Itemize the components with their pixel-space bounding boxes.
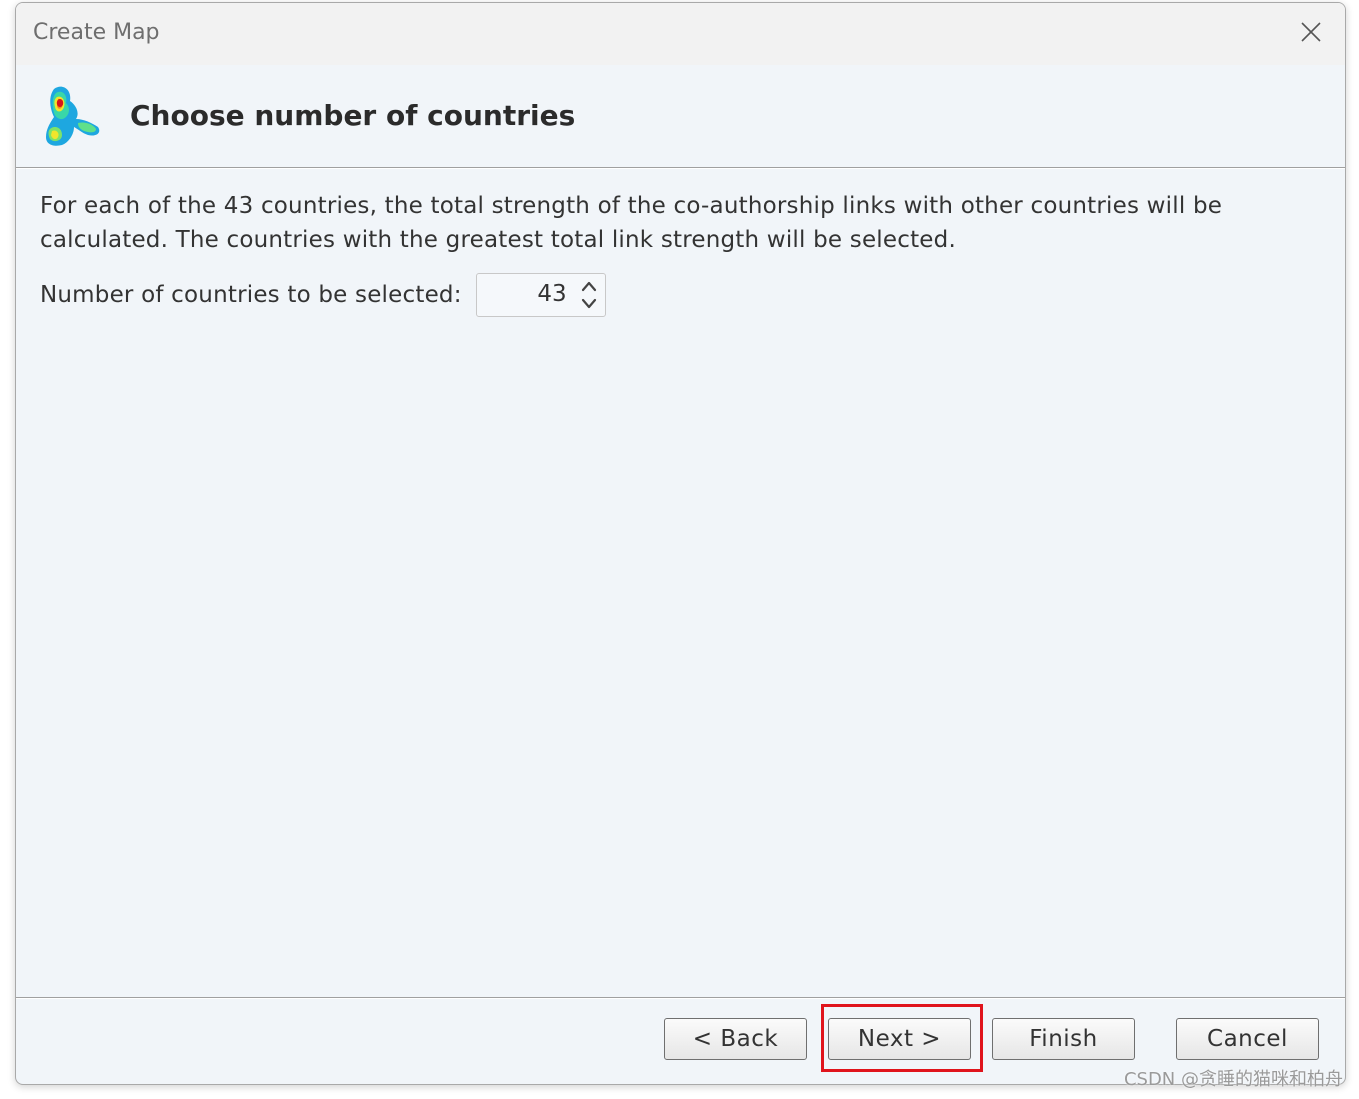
title-bar: Create Map	[16, 3, 1345, 65]
description-line-2: calculated. The countries with the great…	[40, 227, 956, 253]
page-heading: Choose number of countries	[130, 99, 576, 132]
spinner-arrows	[581, 281, 596, 309]
watermark: CSDN @贪睡的猫咪和柏舟	[1123, 1069, 1343, 1090]
spinner-value[interactable]: 43	[537, 281, 566, 307]
vosviewer-logo-icon	[46, 86, 100, 146]
window-title: Create Map	[33, 20, 160, 45]
back-button[interactable]: < Back	[664, 1018, 807, 1060]
description-line-1: For each of the 43 countries, the total …	[40, 193, 1223, 219]
finish-button[interactable]: Finish	[992, 1018, 1135, 1060]
chevron-down-icon[interactable]	[581, 298, 596, 309]
count-row: Number of countries to be selected: 43	[40, 273, 606, 317]
cancel-button[interactable]: Cancel	[1176, 1018, 1319, 1060]
country-count-spinner[interactable]: 43	[475, 273, 606, 317]
content-panel: For each of the 43 countries, the total …	[40, 189, 1320, 317]
header-separator	[16, 167, 1345, 169]
close-button[interactable]	[1289, 13, 1333, 51]
chevron-up-icon[interactable]	[581, 281, 596, 292]
close-icon	[1301, 22, 1321, 42]
footer-separator	[16, 997, 1345, 999]
wizard-header: Choose number of countries	[16, 65, 1345, 167]
next-button[interactable]: Next >	[828, 1018, 971, 1060]
count-label: Number of countries to be selected:	[40, 282, 462, 308]
create-map-dialog: Create Map Choose number of countries Fo…	[15, 2, 1346, 1085]
